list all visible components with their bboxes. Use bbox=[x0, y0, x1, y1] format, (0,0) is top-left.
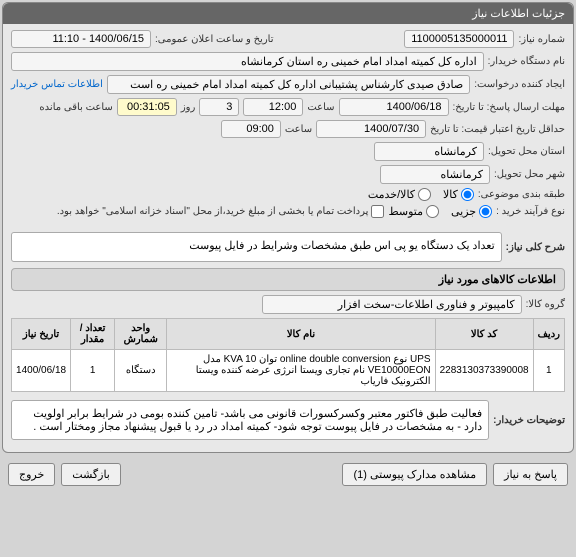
city-field: کرمانشاه bbox=[380, 165, 490, 184]
cell-qty: 1 bbox=[71, 350, 115, 392]
creator-label: ایجاد کننده درخواست: bbox=[474, 79, 565, 90]
process-option-minor[interactable]: جزیی bbox=[451, 205, 492, 218]
th-name: نام کالا bbox=[167, 319, 435, 350]
validity-label: حداقل تاریخ اعتبار قیمت: تا تاریخ bbox=[430, 124, 565, 135]
back-button[interactable]: بازگشت bbox=[61, 463, 121, 486]
cell-code: 2283130373390008 bbox=[435, 350, 533, 392]
reply-button[interactable]: پاسخ به نیاز bbox=[493, 463, 568, 486]
validity-date-field: 1400/07/30 bbox=[316, 120, 426, 138]
topic-label: طبقه بندی موضوعی: bbox=[478, 189, 565, 200]
validity-time-field: 09:00 bbox=[221, 120, 281, 138]
contact-link[interactable]: اطلاعات تماس خریدار bbox=[11, 79, 103, 90]
process-radio-2[interactable] bbox=[426, 205, 439, 218]
th-code: کد کالا bbox=[435, 319, 533, 350]
treasury-checkbox[interactable] bbox=[371, 205, 384, 218]
topic-option-service[interactable]: کالا/خدمت bbox=[368, 188, 431, 201]
buyer-label: نام دستگاه خریدار: bbox=[488, 56, 565, 67]
buyer-field: اداره کل کمیته امداد امام خمینی ره استان… bbox=[11, 52, 484, 71]
topic-option-goods[interactable]: کالا bbox=[443, 188, 474, 201]
public-date-field: 1400/06/15 - 11:10 bbox=[11, 30, 151, 48]
city-label: شهر محل تحویل: bbox=[494, 169, 565, 180]
cell-date: 1400/06/18 bbox=[12, 350, 71, 392]
cell-name: UPS نوع online double conversion توان KV… bbox=[167, 350, 435, 392]
exit-button[interactable]: خروج bbox=[8, 463, 55, 486]
creator-field: صادق صیدی کارشناس پشتیبانی اداره کل کمیت… bbox=[107, 75, 470, 94]
process-opt1-label: جزیی bbox=[451, 205, 476, 218]
th-unit: واحد شمارش bbox=[115, 319, 167, 350]
deadline-date-field: 1400/06/18 bbox=[339, 98, 449, 116]
attachments-button[interactable]: مشاهده مدارک پیوستی (1) bbox=[342, 463, 487, 486]
buyer-note-box: فعالیت طبق فاکتور معتبر وکسرکسورات قانون… bbox=[11, 400, 489, 440]
province-label: استان محل تحویل: bbox=[488, 146, 565, 157]
group-label: گروه کالا: bbox=[526, 299, 565, 310]
process-label: نوع فرآیند خرید : bbox=[496, 206, 565, 217]
th-date: تاریخ نیاز bbox=[12, 319, 71, 350]
province-field: کرمانشاه bbox=[374, 142, 484, 161]
need-number-label: شماره نیاز: bbox=[518, 34, 565, 45]
group-field: کامپیوتر و فناوری اطلاعات-سخت افزار bbox=[262, 295, 522, 314]
topic-radio-2[interactable] bbox=[418, 188, 431, 201]
remaining-label: ساعت باقی مانده bbox=[39, 102, 112, 113]
treasury-note-checkbox-wrap[interactable]: پرداخت تمام یا بخشی از مبلغ خرید،از محل … bbox=[57, 205, 385, 218]
table-row: 1 2283130373390008 UPS نوع online double… bbox=[12, 350, 565, 392]
topic-opt2-label: کالا/خدمت bbox=[368, 188, 415, 201]
time-label-1: ساعت bbox=[307, 102, 334, 113]
process-radio-1[interactable] bbox=[479, 205, 492, 218]
days-suffix: روز bbox=[181, 102, 196, 113]
remaining-field: 00:31:05 bbox=[117, 98, 177, 116]
panel-title: جزئیات اطلاعات نیاز bbox=[3, 3, 573, 24]
treasury-note: پرداخت تمام یا بخشی از مبلغ خرید،از محل … bbox=[57, 206, 369, 217]
deadline-time-field: 12:00 bbox=[243, 98, 303, 116]
process-option-medium[interactable]: متوسط bbox=[388, 205, 439, 218]
th-row: ردیف bbox=[533, 319, 564, 350]
need-desc-label: شرح کلی نیاز: bbox=[506, 242, 565, 253]
goods-section-title: اطلاعات کالاهای مورد نیاز bbox=[11, 268, 565, 291]
buyer-note-label: توضیحات خریدار: bbox=[493, 415, 565, 426]
process-opt2-label: متوسط bbox=[388, 205, 423, 218]
cell-row: 1 bbox=[533, 350, 564, 392]
public-date-label: تاریخ و ساعت اعلان عمومی: bbox=[155, 34, 274, 45]
need-number-field: 1100005135000011 bbox=[404, 30, 514, 48]
need-desc-box: تعداد یک دستگاه یو پی اس طبق مشخصات وشرا… bbox=[11, 232, 502, 262]
topic-opt1-label: کالا bbox=[443, 188, 458, 201]
deadline-label: مهلت ارسال پاسخ: تا تاریخ: bbox=[453, 102, 565, 113]
goods-table: ردیف کد کالا نام کالا واحد شمارش تعداد /… bbox=[11, 318, 565, 392]
time-label-2: ساعت bbox=[285, 124, 312, 135]
th-qty: تعداد / مقدار bbox=[71, 319, 115, 350]
cell-unit: دستگاه bbox=[115, 350, 167, 392]
topic-radio-1[interactable] bbox=[461, 188, 474, 201]
days-field: 3 bbox=[199, 98, 239, 116]
